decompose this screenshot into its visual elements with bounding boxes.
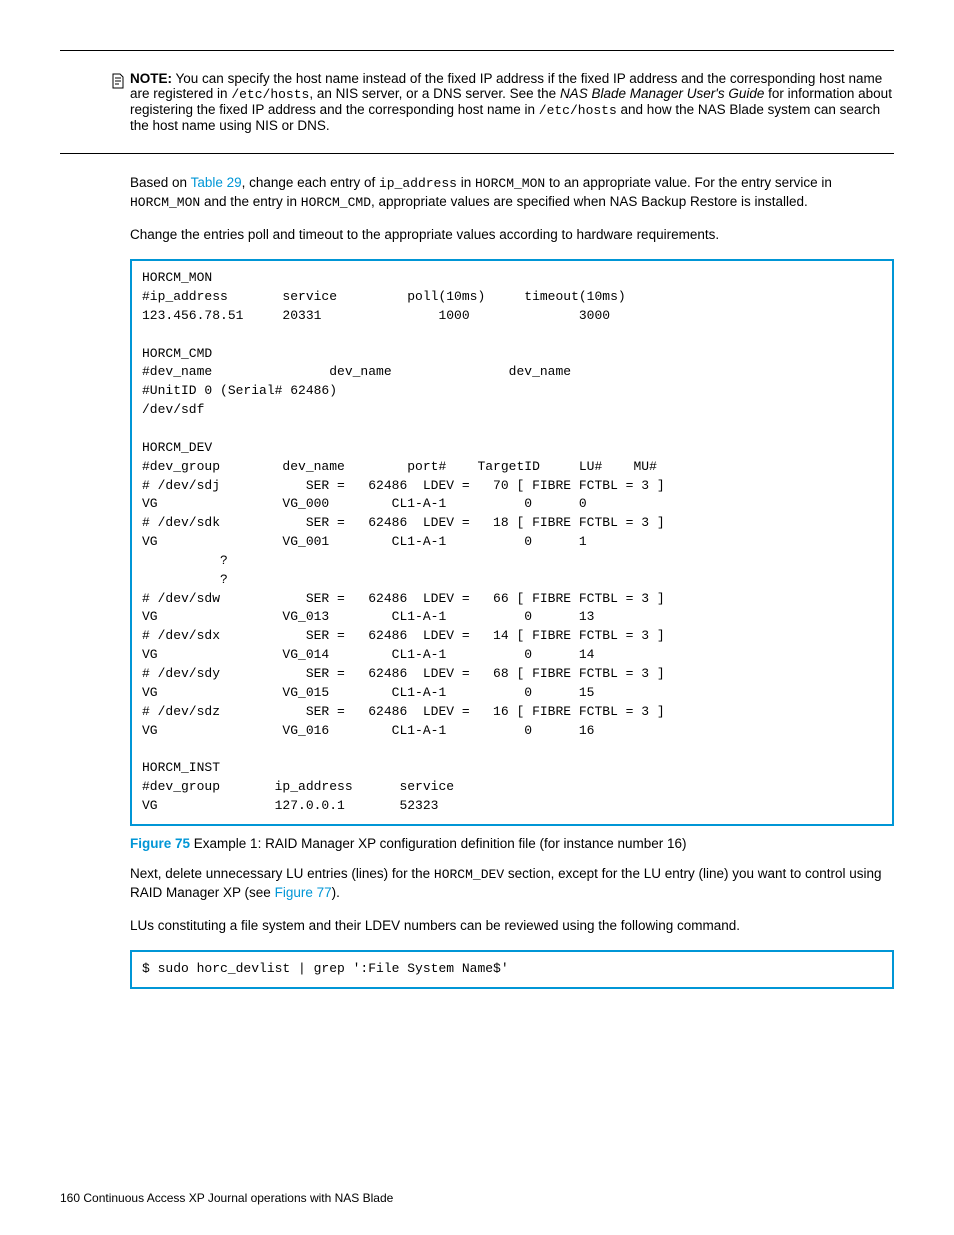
note-guide: NAS Blade Manager User's Guide — [560, 86, 764, 101]
p1-t5: and the entry in — [200, 194, 301, 209]
footer-title: Continuous Access XP Journal operations … — [80, 1191, 393, 1205]
paragraph-1: Based on Table 29, change each entry of … — [60, 174, 894, 212]
p1-t1: Based on — [130, 175, 191, 190]
note-icon — [110, 73, 126, 92]
figure-label: Figure 75 — [130, 836, 190, 851]
code-block-2: $ sudo horc_devlist | grep ':File System… — [130, 950, 894, 989]
p1-m4: HORCM_CMD — [301, 195, 371, 210]
paragraph-3: Next, delete unnecessary LU entries (lin… — [60, 865, 894, 903]
p3-t3: ). — [332, 885, 340, 900]
page-number: 160 — [60, 1191, 80, 1205]
p1-m3: HORCM_MON — [130, 195, 200, 210]
p3-m1: HORCM_DEV — [434, 867, 504, 882]
code-block-1: HORCM_MON #ip_address service poll(10ms)… — [130, 259, 894, 825]
table-29-link[interactable]: Table 29 — [191, 175, 242, 190]
p3-t1: Next, delete unnecessary LU entries (lin… — [130, 866, 434, 881]
paragraph-4: LUs constituting a file system and their… — [60, 917, 894, 936]
note-etc-1: /etc/hosts — [231, 87, 309, 102]
figure-77-link[interactable]: Figure 77 — [275, 885, 332, 900]
note-label: NOTE: — [130, 71, 172, 86]
page-footer: 160 Continuous Access XP Journal operati… — [60, 1191, 393, 1205]
figure-caption-text: Example 1: RAID Manager XP configuration… — [190, 836, 687, 851]
note-paragraph: NOTE: You can specify the host name inst… — [60, 71, 894, 133]
p1-t4: to an appropriate value. For the entry s… — [545, 175, 832, 190]
p1-t3: in — [457, 175, 475, 190]
p1-m2: HORCM_MON — [475, 176, 545, 191]
paragraph-2: Change the entries poll and timeout to t… — [60, 226, 894, 245]
figure-caption: Figure 75 Example 1: RAID Manager XP con… — [130, 836, 894, 851]
p1-t6: , appropriate values are specified when … — [371, 194, 808, 209]
p1-t2: , change each entry of — [242, 175, 379, 190]
top-rule — [60, 50, 894, 51]
note-text-2: , an NIS server, or a DNS server. See th… — [309, 86, 560, 101]
note-etc-2: /etc/hosts — [539, 103, 617, 118]
p1-m1: ip_address — [379, 176, 457, 191]
mid-rule — [60, 153, 894, 154]
